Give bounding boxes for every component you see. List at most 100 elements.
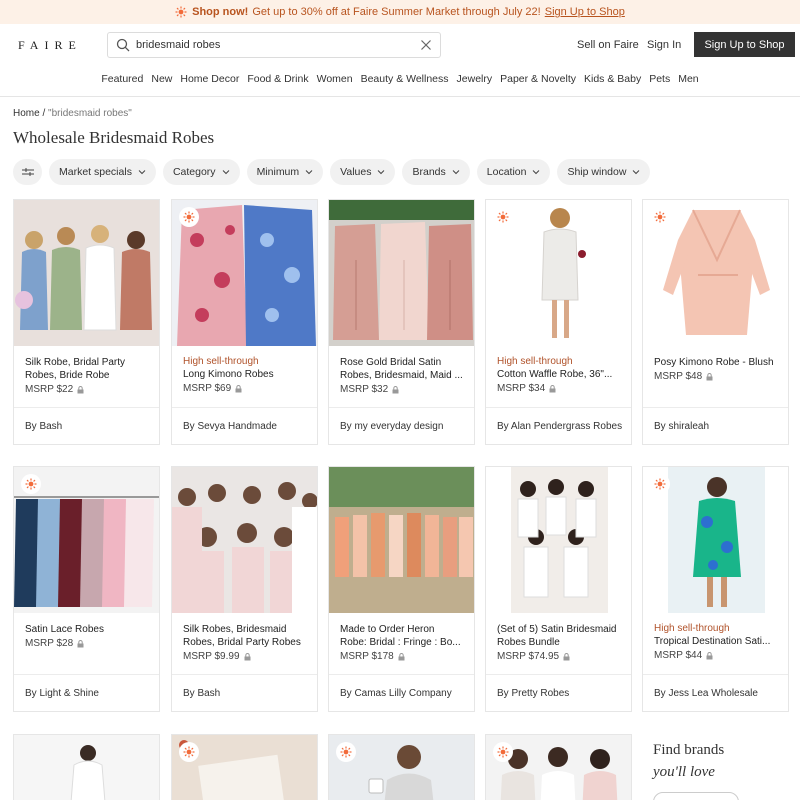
product-name[interactable]: Made to Order Heron Robe: Bridal : Fring… [340, 623, 463, 649]
product-card-partial[interactable] [328, 734, 475, 800]
nav-item[interactable]: Kids & Baby [580, 73, 645, 89]
product-name[interactable]: Cotton Waffle Robe, 36"... [497, 368, 620, 381]
product-card[interactable]: High sell-through Long Kimono Robes MSRP $… [171, 199, 318, 445]
banner-strong: Shop now! [192, 6, 249, 18]
brand-link[interactable]: By shiraleah [643, 407, 788, 444]
bridal-party-photo [172, 467, 317, 613]
product-card[interactable]: Silk Robe, Bridal Party Robes, Bride Rob… [13, 199, 160, 445]
faire-logo[interactable]: FAIRE [18, 38, 82, 53]
nav-item[interactable]: New [147, 73, 176, 89]
product-card[interactable]: High sell-through Cotton Waffle Robe, 36"… [485, 199, 632, 445]
heron-robe-photo [329, 467, 474, 613]
find-brands-title: Find brands [653, 742, 725, 758]
nav-item[interactable]: Beauty & Wellness [357, 73, 453, 89]
filter-category[interactable]: Category [162, 159, 240, 185]
nav-item[interactable]: Jewelry [453, 73, 497, 89]
clear-search-icon[interactable] [420, 39, 432, 51]
product-name[interactable]: Long Kimono Robes [183, 368, 306, 381]
search-bar[interactable]: bridesmaid robes [107, 32, 441, 58]
product-card-partial[interactable] [485, 734, 632, 800]
filter-market-specials[interactable]: Market specials [49, 159, 156, 185]
brand-link[interactable]: By Bash [172, 674, 317, 711]
brand-link[interactable]: By Alan Pendergrass Robes [486, 407, 631, 444]
product-msrp: MSRP $74.95 [497, 651, 620, 662]
product-name[interactable]: Tropical Destination Sati... [654, 635, 777, 648]
product-name[interactable]: Rose Gold Bridal Satin Robes, Bridesmaid… [340, 356, 463, 382]
filter-minimum[interactable]: Minimum [246, 159, 324, 185]
lock-icon [706, 651, 713, 659]
search-input[interactable]: bridesmaid robes [136, 39, 420, 51]
product-card[interactable]: Rose Gold Bridal Satin Robes, Bridesmaid… [328, 199, 475, 445]
msrp-value: MSRP $28 [25, 638, 74, 649]
market-special-badge [179, 207, 199, 227]
nav-item[interactable]: Paper & Novelty [496, 73, 580, 89]
brand-link[interactable]: By Jess Lea Wholesale [643, 674, 788, 711]
filter-brands[interactable]: Brands [402, 159, 470, 185]
brand-link[interactable]: By Camas Lilly Company [329, 674, 474, 711]
product-msrp: MSRP $48 [654, 371, 777, 382]
sell-through-tag: High sell-through [654, 623, 730, 634]
market-special-badge [650, 474, 670, 494]
sell-on-faire-link[interactable]: Sell on Faire [577, 39, 639, 51]
brand-link[interactable]: By Pretty Robes [486, 674, 631, 711]
product-info: Made to Order Heron Robe: Bridal : Fring… [329, 613, 474, 674]
breadcrumb-home[interactable]: Home [13, 108, 40, 119]
product-name[interactable]: Posy Kimono Robe - Blush [654, 356, 777, 369]
product-msrp: MSRP $69 [183, 383, 306, 394]
brand-link[interactable]: By Bash [14, 407, 159, 444]
breadcrumb: Home / "bridesmaid robes" [13, 108, 132, 119]
nav-item[interactable]: Home Decor [176, 73, 243, 89]
nav-item[interactable]: Featured [97, 73, 147, 89]
filter-label: Location [486, 166, 527, 178]
market-special-badge [650, 207, 670, 227]
lock-icon [77, 639, 84, 647]
brand-link[interactable]: By my everyday design [329, 407, 474, 444]
sun-icon [654, 478, 666, 490]
sell-through-tag: High sell-through [183, 356, 259, 367]
chevron-down-icon [222, 170, 229, 175]
page-title: Wholesale Bridesmaid Robes [13, 128, 215, 147]
product-name[interactable]: (Set of 5) Satin Bridesmaid Robes Bundle [497, 623, 620, 649]
product-name[interactable]: Silk Robe, Bridal Party Robes, Bride Rob… [25, 356, 148, 382]
product-card[interactable]: High sell-through Tropical Destination Sa… [642, 466, 789, 712]
product-card-partial[interactable] [13, 734, 160, 800]
filter-label: Brands [412, 166, 446, 178]
brand-link[interactable]: By Light & Shine [14, 674, 159, 711]
filter-ship-window[interactable]: Ship window [557, 159, 651, 185]
sun-icon [654, 211, 666, 223]
find-brands-button[interactable] [653, 792, 739, 800]
banner-signup-link[interactable]: Sign Up to Shop [545, 6, 625, 18]
filter-label: Market specials [59, 166, 132, 178]
nav-item[interactable]: Pets [645, 73, 674, 89]
sign-in-link[interactable]: Sign In [647, 39, 681, 51]
product-name[interactable]: Satin Lace Robes [25, 623, 148, 636]
product-card[interactable]: Silk Robes, Bridesmaid Robes, Bridal Par… [171, 466, 318, 712]
chevron-down-icon [633, 170, 640, 175]
product-info: Posy Kimono Robe - Blush MSRP $48 [643, 346, 788, 407]
msrp-value: MSRP $44 [654, 650, 703, 661]
market-special-badge [179, 742, 199, 762]
lock-icon [549, 384, 556, 392]
nav-item[interactable]: Women [313, 73, 357, 89]
lock-icon [563, 652, 570, 660]
sign-up-button[interactable]: Sign Up to Shop [694, 32, 795, 57]
product-card[interactable]: Satin Lace Robes MSRP $28 By Light & Shine [13, 466, 160, 712]
nav-item[interactable]: Food & Drink [243, 73, 312, 89]
product-card[interactable]: (Set of 5) Satin Bridesmaid Robes Bundle… [485, 466, 632, 712]
chevron-down-icon [305, 170, 313, 175]
product-card-partial[interactable] [171, 734, 318, 800]
filter-location[interactable]: Location [476, 159, 551, 185]
market-special-badge [21, 474, 41, 494]
product-card[interactable]: Made to Order Heron Robe: Bridal : Fring… [328, 466, 475, 712]
nav-item[interactable]: Men [674, 73, 702, 89]
robes-photo [14, 200, 159, 346]
filter-settings-button[interactable] [13, 159, 42, 185]
brand-link[interactable]: By Sevya Handmade [172, 407, 317, 444]
filter-values[interactable]: Values [330, 159, 396, 185]
product-info: (Set of 5) Satin Bridesmaid Robes Bundle… [486, 613, 631, 674]
product-info: High sell-through Tropical Destination Sa… [643, 613, 788, 674]
product-name[interactable]: Silk Robes, Bridesmaid Robes, Bridal Par… [183, 623, 306, 649]
filter-bar: Market specials Category Minimum Values … [13, 159, 651, 185]
lock-icon [244, 652, 251, 660]
product-card[interactable]: Posy Kimono Robe - Blush MSRP $48 By shira… [642, 199, 789, 445]
